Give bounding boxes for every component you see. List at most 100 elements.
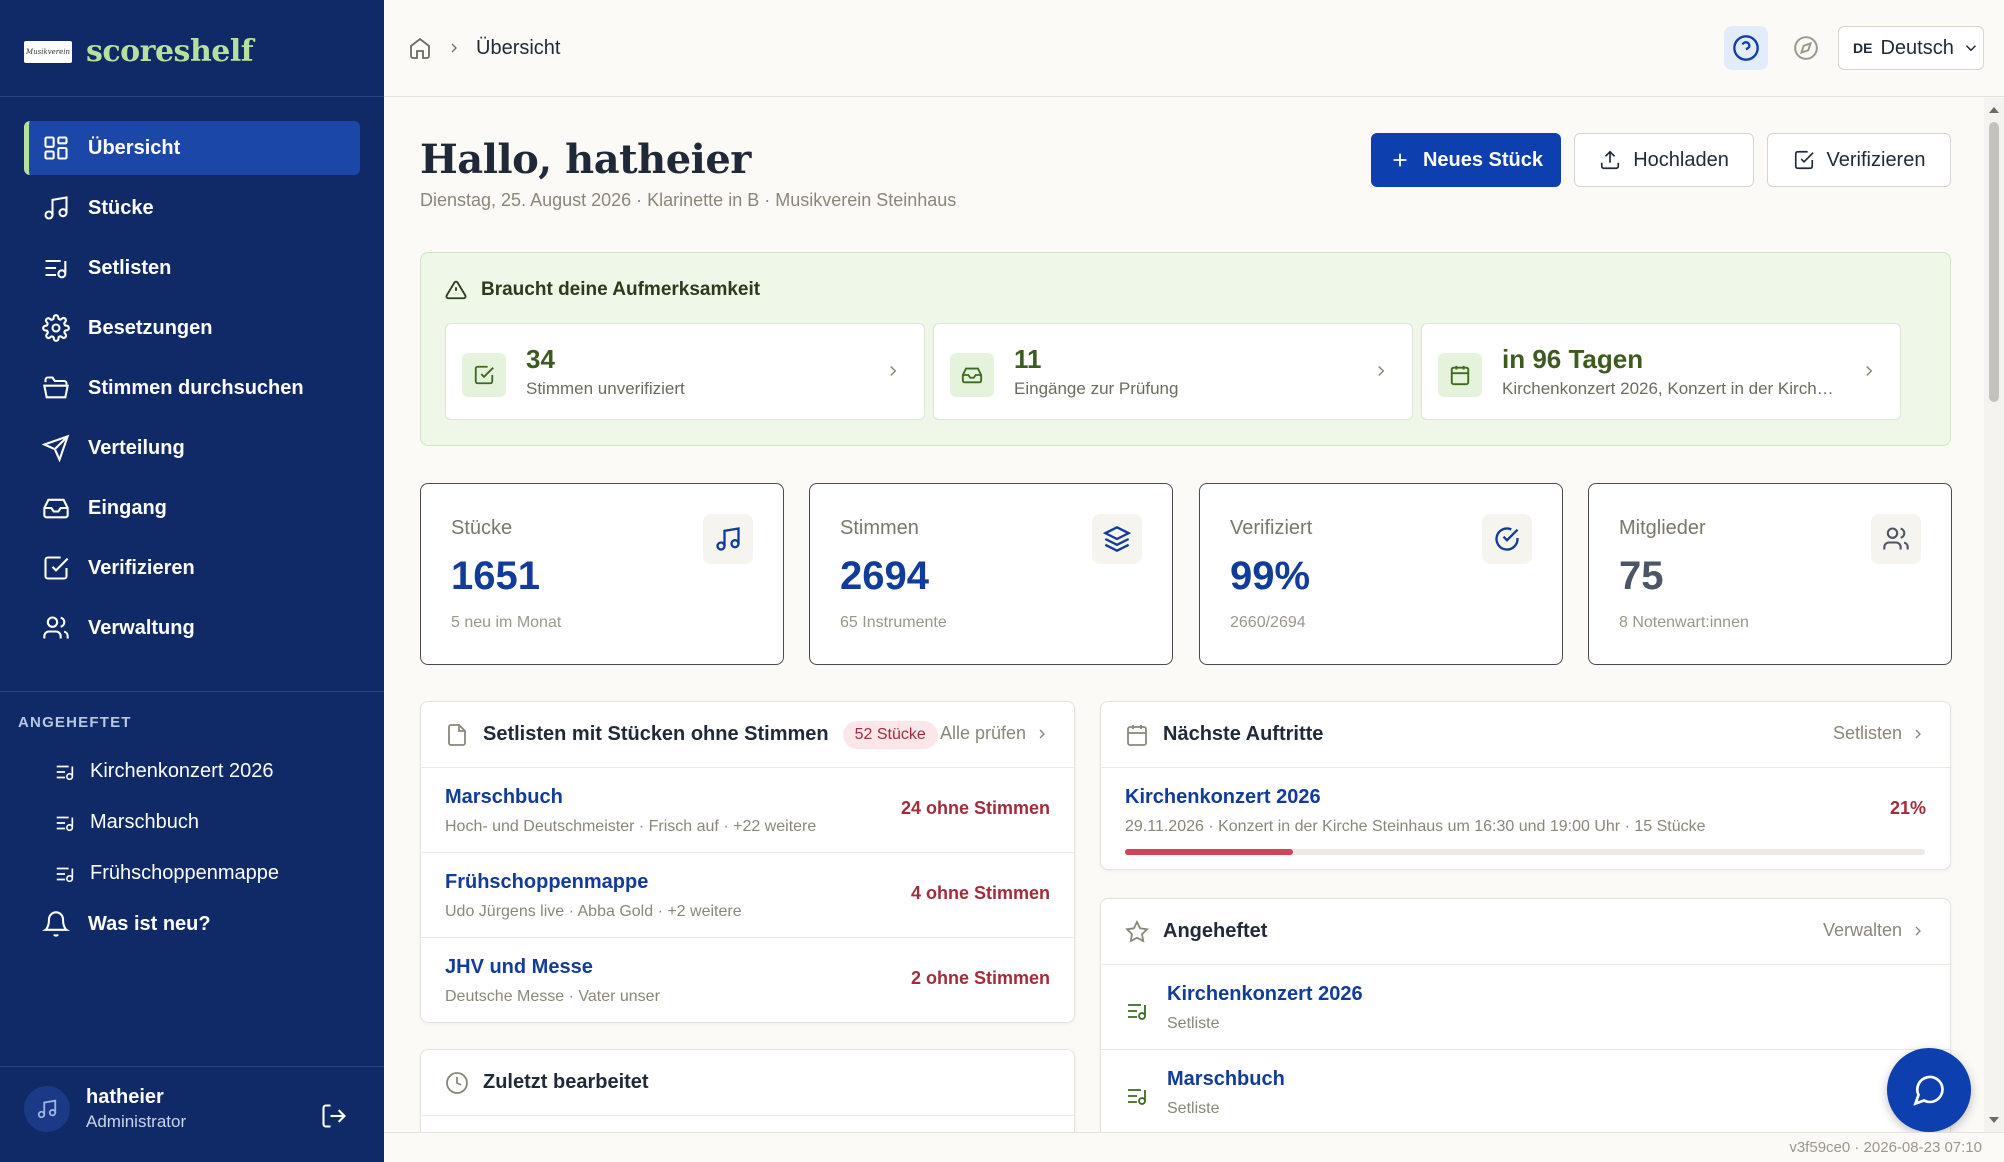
stat-card-parts[interactable]: Stimmen 2694 65 Instrumente xyxy=(809,483,1173,665)
scroll-down-icon[interactable] xyxy=(1984,1112,2004,1128)
list-item[interactable]: JHV und Messe Deutsche Messe · Vater uns… xyxy=(421,938,1074,1023)
star-icon xyxy=(1125,919,1149,943)
event-title: Kirchenkonzert 2026 xyxy=(1125,786,1321,808)
scroll-up-icon[interactable] xyxy=(1984,102,2004,118)
file-icon xyxy=(448,723,466,746)
scroll-thumb[interactable] xyxy=(1989,122,1999,402)
stat-card-pieces[interactable]: Stücke 1651 5 neu im Monat xyxy=(420,483,784,665)
event-row[interactable]: Kirchenkonzert 2026 29.11.2026 · Konzert… xyxy=(1101,768,1950,870)
users-icon xyxy=(1883,527,1909,550)
nav-item-eingang[interactable]: Eingang xyxy=(24,481,360,535)
attention-card-unverified[interactable]: 34 Stimmen unverifiziert xyxy=(445,323,925,420)
chevron-right-icon xyxy=(1378,365,1385,377)
row-missing-count: 4 ohne Stimmen xyxy=(910,883,1050,903)
nav-label: Verwaltung xyxy=(88,616,195,639)
help-button[interactable] xyxy=(1724,26,1768,70)
panel-title: Angeheftet xyxy=(1163,920,1268,942)
manage-link[interactable]: Verwalten xyxy=(1823,920,1926,941)
new-piece-label: Neues Stück xyxy=(1422,148,1544,171)
language-select[interactable]: DE Deutsch xyxy=(1838,26,1984,70)
new-piece-button[interactable]: Neues Stück xyxy=(1371,133,1561,187)
breadcrumb: Übersicht xyxy=(408,36,560,60)
attention-label: Stimmen unverifiziert xyxy=(526,379,685,398)
logout-icon[interactable] xyxy=(320,1102,348,1130)
attention-count: 34 xyxy=(526,344,555,374)
list-item[interactable]: Frühschoppenmappe Udo Jürgens live · Abb… xyxy=(421,853,1074,938)
whats-new-link[interactable]: Was ist neu? xyxy=(42,910,211,938)
row-subtitle: Udo Jürgens live · Abba Gold · +2 weiter… xyxy=(445,903,742,920)
sidebar: Musikverein scoreshelf Übersicht Stücke … xyxy=(0,0,384,1162)
nav-item-besetzungen[interactable]: Besetzungen xyxy=(24,301,360,355)
panel-title: Nächste Auftritte xyxy=(1163,723,1324,745)
stat-icon-box xyxy=(1482,514,1532,564)
attention-card-inbox[interactable]: 11 Eingänge zur Prüfung xyxy=(933,323,1413,420)
nav-item-uebersicht[interactable]: Übersicht xyxy=(24,121,360,175)
breadcrumb-current: Übersicht xyxy=(476,36,561,59)
setlist-icon xyxy=(56,765,74,780)
stat-card-members[interactable]: Mitglieder 75 8 Notenwart:innen xyxy=(1588,483,1952,665)
users-icon xyxy=(43,616,69,639)
inbox-icon xyxy=(43,498,69,519)
row-subtitle: Hoch- und Deutschmeister · Frisch auf · … xyxy=(445,818,817,835)
event-progress-fill xyxy=(1125,849,1293,855)
club-logo-text: Musikverein xyxy=(25,47,71,56)
upload-label: Hochladen xyxy=(1633,148,1729,171)
check-all-label: Alle prüfen xyxy=(939,723,1026,743)
main-scrollbar[interactable] xyxy=(1984,98,2004,1132)
upload-button[interactable]: Hochladen xyxy=(1574,133,1754,187)
stat-label: Stücke xyxy=(451,517,513,539)
nav-item-stimmen-durchsuchen[interactable]: Stimmen durchsuchen xyxy=(24,361,360,415)
user-profile[interactable]: hatheier Administrator xyxy=(24,1086,186,1132)
panel-header: Nächste Auftritte Setlisten xyxy=(1101,702,1950,768)
check-all-link[interactable]: Alle prüfen xyxy=(940,723,1050,744)
stat-value: 1651 xyxy=(451,554,540,598)
pinned-item[interactable]: Marschbuch xyxy=(54,797,279,848)
avatar xyxy=(24,1086,70,1132)
help-icon xyxy=(1733,35,1759,61)
pinned-item[interactable]: Kirchenkonzert 2026 xyxy=(54,746,279,797)
list-item[interactable]: Marschbuch Hoch- und Deutschmeister · Fr… xyxy=(421,768,1074,853)
plus-icon xyxy=(1393,153,1407,167)
setlists-link[interactable]: Setlisten xyxy=(1833,723,1926,744)
brand-name: scoreshelf xyxy=(86,34,254,69)
home-icon[interactable] xyxy=(408,36,432,60)
stat-card-verified[interactable]: Verifiziert 99% 2660/2694 xyxy=(1199,483,1563,665)
row-missing-count: 2 ohne Stimmen xyxy=(910,968,1050,988)
brand[interactable]: Musikverein scoreshelf xyxy=(24,34,254,69)
pinned-section-title: ANGEHEFTET xyxy=(18,714,132,731)
stat-icon-box xyxy=(1871,514,1921,564)
setlist-icon xyxy=(1128,1089,1146,1105)
nav-label: Stücke xyxy=(88,196,154,219)
stat-value: 75 xyxy=(1619,554,1664,598)
layers-icon xyxy=(1103,526,1131,552)
upload-icon xyxy=(1601,150,1620,170)
row-missing-count: 24 ohne Stimmen xyxy=(900,798,1050,818)
bell-icon xyxy=(42,911,70,937)
attention-label: Kirchenkonzert 2026, Konzert in der Kirc… xyxy=(1502,379,1842,398)
nav-item-verwaltung[interactable]: Verwaltung xyxy=(24,601,360,655)
page-title: Hallo, hatheier xyxy=(420,136,751,183)
setlist-icon xyxy=(45,259,67,279)
nav-item-verteilung[interactable]: Verteilung xyxy=(24,421,360,475)
pinned-item[interactable]: Frühschoppenmappe xyxy=(54,848,279,899)
music-note-icon xyxy=(44,196,68,220)
stat-label: Mitglieder xyxy=(1619,517,1706,539)
list-item[interactable]: Kirchenkonzert 2026 Setliste xyxy=(1101,965,1950,1050)
pinned-item-label: Frühschoppenmappe xyxy=(90,862,280,884)
nav-label: Stimmen durchsuchen xyxy=(88,376,304,399)
main-content: Hallo, hatheier Dienstag, 25. August 202… xyxy=(384,98,1984,1132)
attention-icon-box xyxy=(462,353,506,397)
setlist-icon xyxy=(56,816,74,831)
nav-item-setlisten[interactable]: Setlisten xyxy=(24,241,360,295)
row-subtitle: Setliste xyxy=(1167,1015,1220,1032)
stat-sub: 5 neu im Monat xyxy=(451,614,562,631)
verify-button[interactable]: Verifizieren xyxy=(1767,133,1951,187)
attention-card-next-event[interactable]: in 96 Tagen Kirchenkonzert 2026, Konzert… xyxy=(1421,323,1901,420)
list-item[interactable]: Marschbuch Setliste xyxy=(1101,1050,1950,1132)
send-icon xyxy=(42,434,70,462)
chevron-right-icon xyxy=(1039,729,1045,738)
nav-item-verifizieren[interactable]: Verifizieren xyxy=(24,541,360,595)
tour-button[interactable] xyxy=(1786,28,1826,68)
nav-item-stuecke[interactable]: Stücke xyxy=(24,181,360,235)
chat-button[interactable] xyxy=(1887,1048,1971,1132)
